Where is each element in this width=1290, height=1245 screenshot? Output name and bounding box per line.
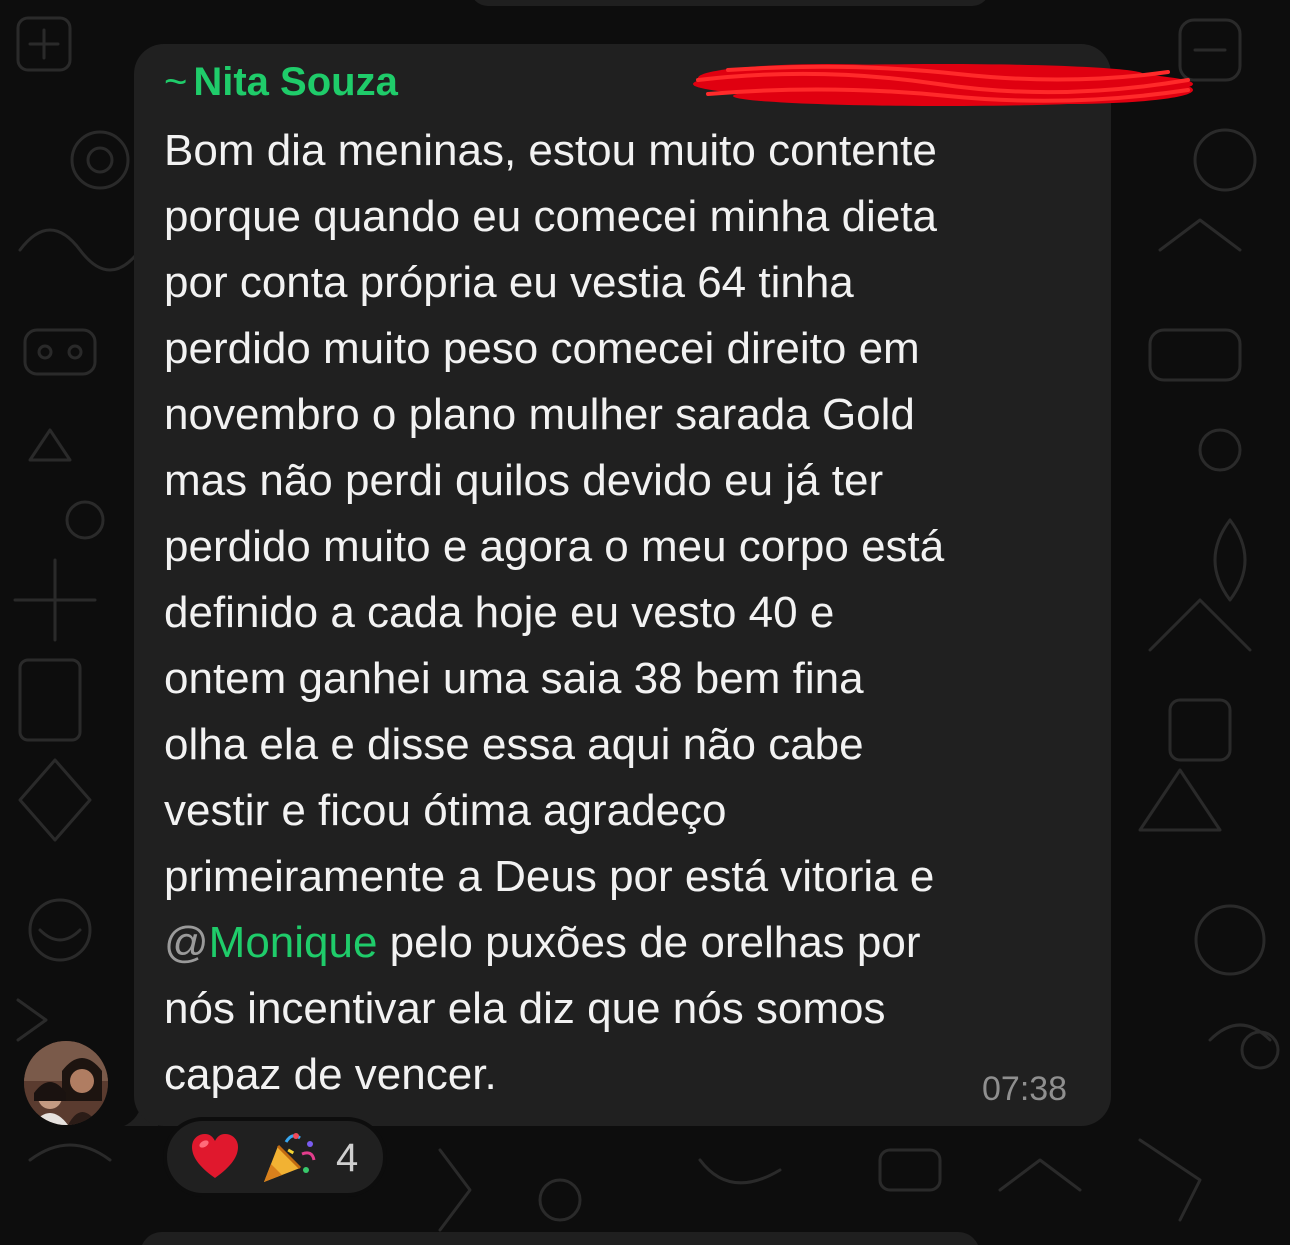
- sender-prefix: ~: [164, 60, 188, 104]
- mention-at-symbol: @: [164, 918, 209, 967]
- next-message-bubble: [140, 1232, 980, 1245]
- reaction-count: 4: [336, 1136, 359, 1180]
- party-popper-emoji-icon: [264, 1133, 316, 1182]
- mention-name: Monique: [208, 918, 378, 967]
- previous-message-bubble: [470, 0, 990, 6]
- profile-photo-icon: [24, 1041, 108, 1125]
- redaction-scribble: [693, 64, 1193, 106]
- message-text: Bom dia meninas, estou muito contente po…: [164, 118, 1094, 1108]
- sender-name[interactable]: ~ Nita Souza: [164, 60, 398, 105]
- message-timestamp: 07:38: [982, 1070, 1068, 1108]
- chat-background: ~ Nita Souza Bom dia meninas, estou muito…: [0, 0, 1290, 1245]
- message-text-part-1: Bom dia meninas, estou muito contente po…: [164, 126, 945, 901]
- heart-emoji-icon: [192, 1134, 238, 1178]
- sender-name-label: Nita Souza: [193, 60, 398, 104]
- mention-link[interactable]: @Monique: [164, 918, 377, 967]
- sender-avatar[interactable]: [24, 1041, 108, 1125]
